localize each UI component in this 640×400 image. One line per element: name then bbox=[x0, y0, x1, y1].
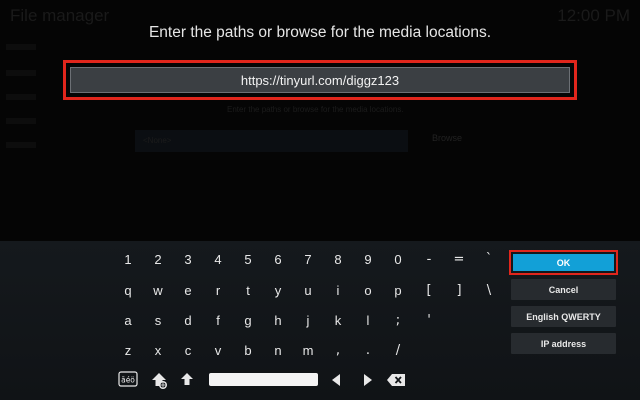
key-symbol[interactable]: , bbox=[326, 340, 350, 362]
key-e[interactable]: e bbox=[176, 280, 200, 302]
key-symbol[interactable]: . bbox=[356, 340, 380, 362]
key-h[interactable]: h bbox=[266, 310, 290, 332]
key-a[interactable]: a bbox=[116, 310, 140, 332]
key-x[interactable]: x bbox=[146, 340, 170, 362]
key-symbol[interactable]: [ bbox=[417, 280, 441, 302]
key-symbol[interactable]: \ bbox=[477, 280, 501, 302]
shift-icon[interactable] bbox=[178, 370, 196, 388]
key-o[interactable]: o bbox=[356, 280, 380, 302]
key-q[interactable]: q bbox=[116, 280, 140, 302]
background-sidebar-item bbox=[6, 70, 36, 76]
background-clock: 12:00 PM bbox=[557, 6, 630, 25]
svg-text:āéö: āéö bbox=[121, 376, 135, 385]
key-k[interactable]: k bbox=[326, 310, 350, 332]
background-sidebar-item bbox=[6, 44, 36, 50]
key-9[interactable]: 9 bbox=[356, 249, 380, 271]
key-p[interactable]: p bbox=[386, 280, 410, 302]
cursor-right-icon[interactable] bbox=[361, 372, 375, 388]
key-d[interactable]: d bbox=[176, 310, 200, 332]
key-symbol[interactable]: ' bbox=[417, 310, 441, 332]
key-v[interactable]: v bbox=[206, 340, 230, 362]
ip-address-button[interactable]: IP address bbox=[511, 333, 616, 354]
background-path-placeholder: <None> bbox=[143, 136, 172, 145]
key-4[interactable]: 4 bbox=[206, 249, 230, 271]
ok-button-highlight: OK bbox=[509, 250, 618, 275]
accents-icon[interactable]: āéö bbox=[117, 369, 139, 389]
globe-icon[interactable] bbox=[148, 369, 170, 391]
background-title: File manager bbox=[10, 6, 110, 25]
background-sidebar-item bbox=[6, 118, 36, 124]
key-m[interactable]: m bbox=[296, 340, 320, 362]
key-b[interactable]: b bbox=[236, 340, 260, 362]
key-l[interactable]: l bbox=[356, 310, 380, 332]
key-3[interactable]: 3 bbox=[176, 249, 200, 271]
key-j[interactable]: j bbox=[296, 310, 320, 332]
key-symbol[interactable]: - bbox=[417, 249, 441, 271]
key-g[interactable]: g bbox=[236, 310, 260, 332]
url-input-field[interactable]: https://tinyurl.com/diggz123 bbox=[70, 67, 570, 93]
key-6[interactable]: 6 bbox=[266, 249, 290, 271]
key-s[interactable]: s bbox=[146, 310, 170, 332]
key-7[interactable]: 7 bbox=[296, 249, 320, 271]
backspace-icon[interactable] bbox=[385, 372, 407, 388]
key-5[interactable]: 5 bbox=[236, 249, 260, 271]
key-n[interactable]: n bbox=[266, 340, 290, 362]
cancel-button[interactable]: Cancel bbox=[511, 279, 616, 300]
keyboard-layout-button[interactable]: English QWERTY bbox=[511, 306, 616, 327]
key-y[interactable]: y bbox=[266, 280, 290, 302]
key-f[interactable]: f bbox=[206, 310, 230, 332]
key-t[interactable]: t bbox=[236, 280, 260, 302]
key-w[interactable]: w bbox=[146, 280, 170, 302]
key-i[interactable]: i bbox=[326, 280, 350, 302]
cursor-left-icon[interactable] bbox=[329, 372, 343, 388]
background-sidebar-item bbox=[6, 142, 36, 148]
background-dialog-label: Enter the paths or browse for the media … bbox=[227, 105, 404, 114]
key-symbol[interactable]: = bbox=[447, 249, 471, 271]
key-z[interactable]: z bbox=[116, 340, 140, 362]
url-input-highlight: https://tinyurl.com/diggz123 bbox=[63, 60, 577, 100]
key-2[interactable]: 2 bbox=[146, 249, 170, 271]
key-symbol[interactable]: ` bbox=[477, 249, 501, 271]
dialog-heading: Enter the paths or browse for the media … bbox=[148, 24, 492, 41]
background-path-field: <None> bbox=[135, 130, 408, 152]
background-browse-button: Browse bbox=[432, 133, 463, 143]
key-symbol[interactable]: / bbox=[386, 340, 410, 362]
key-c[interactable]: c bbox=[176, 340, 200, 362]
key-u[interactable]: u bbox=[296, 280, 320, 302]
ok-button[interactable]: OK bbox=[513, 254, 614, 271]
background-sidebar-item bbox=[6, 94, 36, 100]
space-bar[interactable] bbox=[209, 373, 318, 386]
key-1[interactable]: 1 bbox=[116, 249, 140, 271]
key-symbol[interactable]: ] bbox=[447, 280, 471, 302]
key-r[interactable]: r bbox=[206, 280, 230, 302]
key-0[interactable]: 0 bbox=[386, 249, 410, 271]
key-symbol[interactable]: ; bbox=[386, 310, 410, 332]
key-8[interactable]: 8 bbox=[326, 249, 350, 271]
